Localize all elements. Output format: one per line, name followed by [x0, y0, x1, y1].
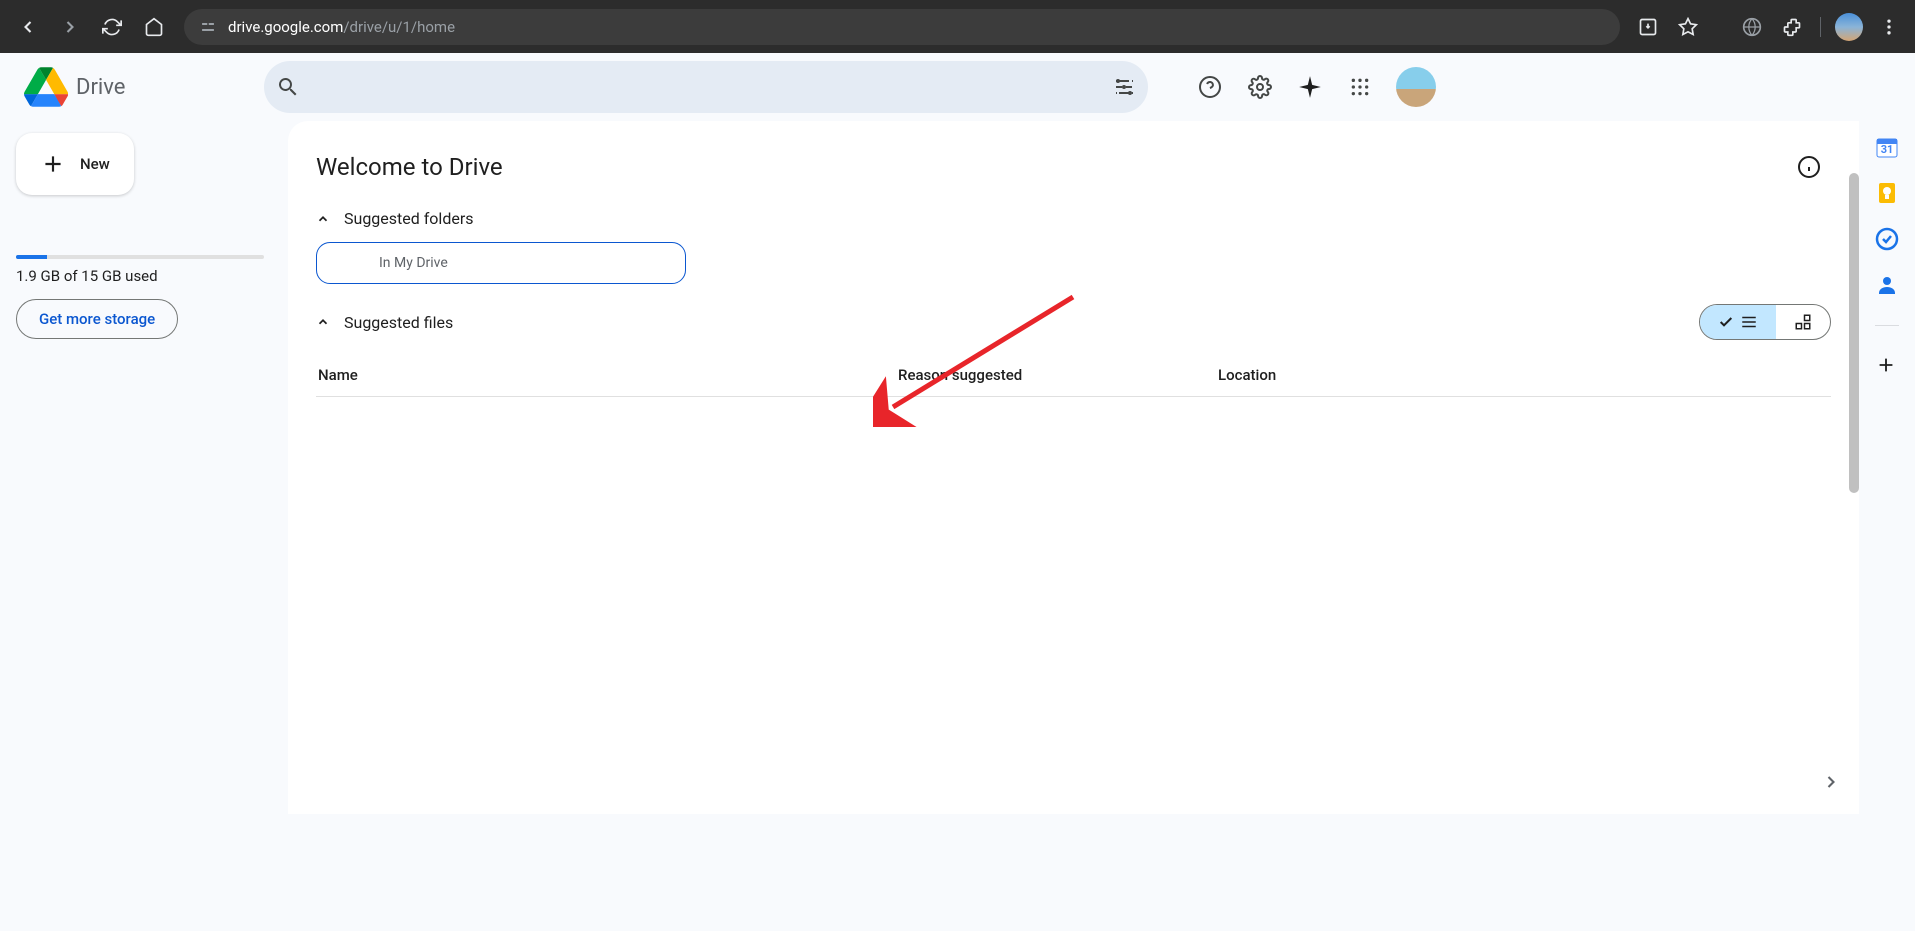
calendar-icon[interactable]: 31 — [1875, 135, 1899, 159]
plus-icon — [40, 151, 66, 177]
globe-icon[interactable] — [1736, 11, 1768, 43]
main-content: Welcome to Drive Suggested folders In My… — [288, 121, 1859, 814]
support-icon[interactable] — [1188, 65, 1232, 109]
profile-avatar[interactable] — [1833, 11, 1865, 43]
search-input[interactable] — [308, 77, 1104, 97]
tasks-icon[interactable] — [1875, 227, 1899, 251]
apps-icon[interactable] — [1338, 65, 1382, 109]
next-page-icon[interactable] — [1821, 772, 1841, 796]
search-icon — [276, 75, 300, 99]
column-location: Location — [1218, 366, 1831, 384]
svg-text:31: 31 — [1881, 143, 1894, 156]
divider — [1875, 325, 1899, 326]
back-button[interactable] — [10, 9, 46, 45]
browser-menu-icon[interactable] — [1873, 11, 1905, 43]
view-toggle — [1699, 304, 1831, 340]
storage-text: 1.9 GB of 15 GB used — [16, 267, 264, 285]
get-storage-button[interactable]: Get more storage — [16, 299, 178, 339]
page-title: Welcome to Drive — [316, 153, 503, 181]
new-button-label: New — [80, 155, 110, 173]
suggested-folders-header[interactable]: Suggested folders — [316, 209, 1831, 228]
forward-button[interactable] — [52, 9, 88, 45]
url-text: drive.google.com/drive/u/1/home — [228, 18, 455, 36]
chevron-up-icon — [316, 315, 330, 329]
site-info-icon[interactable] — [200, 19, 216, 35]
search-bar[interactable] — [264, 61, 1148, 113]
browser-chrome: drive.google.com/drive/u/1/home — [0, 0, 1915, 53]
suggested-files-header[interactable]: Suggested files — [316, 313, 453, 332]
new-button[interactable]: New — [16, 133, 134, 195]
install-app-icon[interactable] — [1632, 11, 1664, 43]
column-reason: Reason suggested — [898, 366, 1218, 384]
keep-icon[interactable] — [1875, 181, 1899, 205]
settings-icon[interactable] — [1238, 65, 1282, 109]
contacts-icon[interactable] — [1875, 273, 1899, 297]
search-options-icon[interactable] — [1112, 75, 1136, 99]
url-bar[interactable]: drive.google.com/drive/u/1/home — [184, 9, 1620, 45]
chevron-up-icon — [316, 212, 330, 226]
account-avatar[interactable] — [1396, 67, 1436, 107]
bookmark-icon[interactable] — [1672, 11, 1704, 43]
list-icon — [1740, 313, 1758, 331]
storage-bar — [16, 255, 264, 259]
folder-location: In My Drive — [379, 255, 448, 271]
check-icon — [1718, 314, 1734, 330]
drive-logo-icon — [24, 65, 68, 109]
sidebar: New 1.9 GB of 15 GB used Get more storag… — [0, 121, 280, 814]
table-header: Name Reason suggested Location — [316, 354, 1831, 397]
app-header: Drive — [0, 53, 1915, 121]
reload-button[interactable] — [94, 9, 130, 45]
extensions-icon[interactable] — [1776, 11, 1808, 43]
scrollbar[interactable] — [1849, 173, 1859, 493]
grid-view-button[interactable] — [1776, 305, 1830, 339]
column-name: Name — [316, 366, 898, 384]
side-panel: 31 — [1859, 121, 1915, 814]
home-button[interactable] — [136, 9, 172, 45]
app-name: Drive — [76, 75, 125, 100]
folder-card[interactable]: In My Drive — [316, 242, 686, 284]
divider — [1820, 17, 1821, 37]
logo-area[interactable]: Drive — [16, 65, 264, 109]
gemini-icon[interactable] — [1288, 65, 1332, 109]
grid-icon — [1794, 313, 1812, 331]
info-icon[interactable] — [1787, 145, 1831, 189]
list-view-button[interactable] — [1700, 305, 1776, 339]
add-panel-icon[interactable] — [1875, 354, 1899, 378]
